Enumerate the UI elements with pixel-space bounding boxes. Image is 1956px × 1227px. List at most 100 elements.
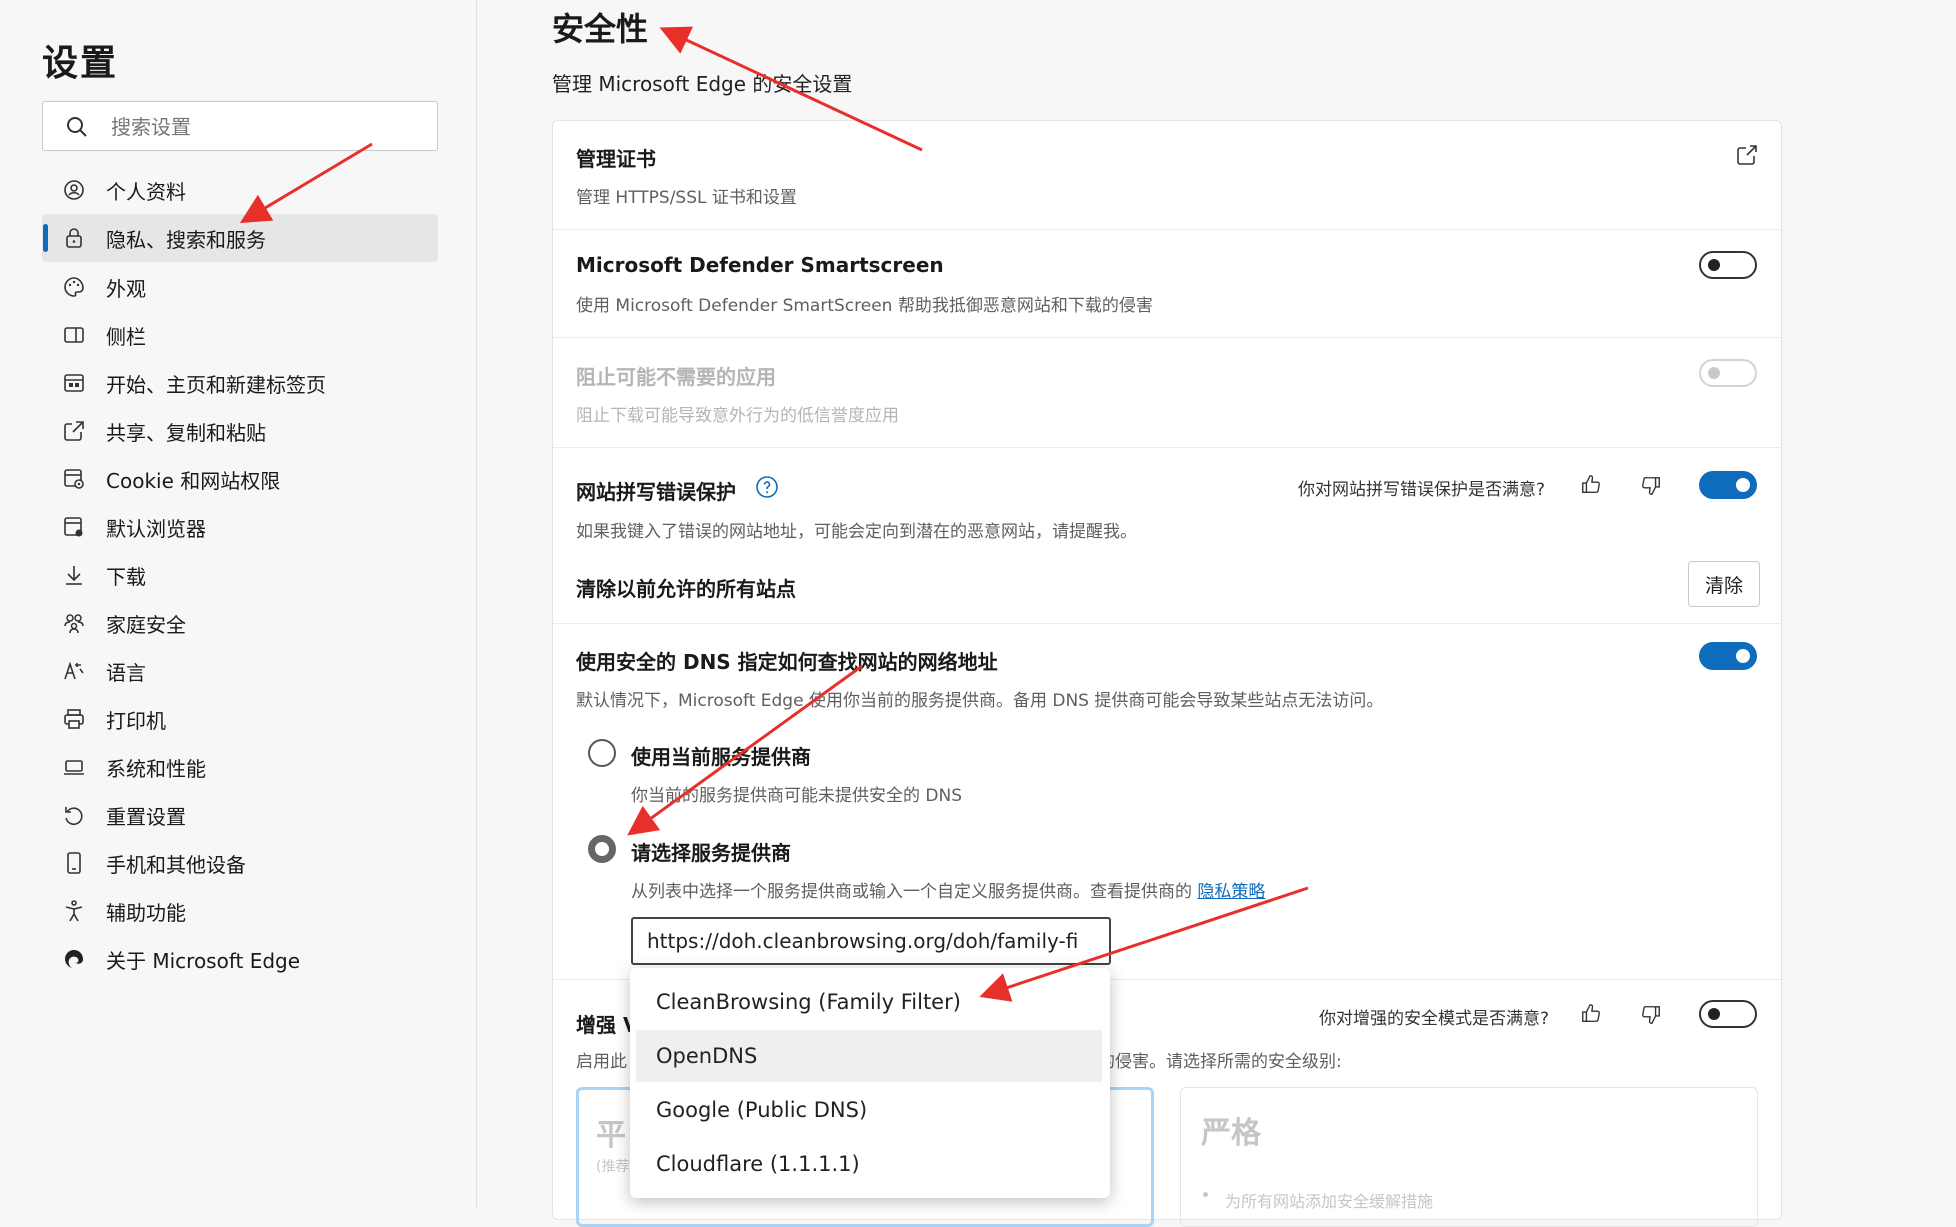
sidebar-item-label: 语言 [106, 660, 146, 685]
sidebar-item-share[interactable]: 共享、复制和粘贴 [42, 407, 438, 455]
radio-choose-provider[interactable] [588, 835, 616, 863]
sidebar-item-sidebar[interactable]: 侧栏 [42, 311, 438, 359]
page-subtitle: 管理 Microsoft Edge 的安全设置 [552, 72, 853, 96]
divider [553, 623, 1781, 624]
sidebar-item-system[interactable]: 系统和性能 [42, 743, 438, 791]
divider [553, 337, 1781, 338]
enhanced-security-toggle[interactable] [1699, 1000, 1757, 1028]
enhanced-security-desc-right: 的侵害。请选择所需的安全级别: [1098, 1052, 1342, 1072]
lock-icon [62, 226, 86, 250]
language-icon [62, 659, 86, 683]
sidebar-item-printer[interactable]: 打印机 [42, 695, 438, 743]
balanced-note: (推荐 [596, 1159, 630, 1175]
sidebar-item-label: 打印机 [106, 708, 166, 733]
search-icon [67, 117, 87, 137]
divider [553, 447, 1781, 448]
sidebar-item-appearance[interactable]: 外观 [42, 263, 438, 311]
thumbs-up-icon[interactable] [1580, 1002, 1602, 1024]
profile-icon [62, 178, 86, 202]
browser-icon [62, 515, 86, 539]
sidebar-item-label: 开始、主页和新建标签页 [106, 372, 326, 397]
sidebar-item-profile[interactable]: 个人资料 [42, 166, 438, 214]
sidebar-item-label: 共享、复制和粘贴 [106, 420, 266, 445]
accessibility-icon [62, 899, 86, 923]
edge-logo-icon [62, 947, 86, 971]
sidebar-item-language[interactable]: 语言 [42, 647, 438, 695]
divider [553, 229, 1781, 230]
smartscreen-title: Microsoft Defender Smartscreen [576, 253, 944, 277]
sidebar-item-label: 关于 Microsoft Edge [106, 948, 301, 973]
sidebar-item-devices[interactable]: 手机和其他设备 [42, 839, 438, 887]
radio-current-provider[interactable] [588, 739, 616, 767]
sidebar-item-label: 默认浏览器 [106, 516, 206, 541]
dropdown-option[interactable]: Google (Public DNS) [636, 1084, 1102, 1136]
dropdown-option[interactable]: Cloudflare (1.1.1.1) [636, 1138, 1102, 1190]
external-link-icon[interactable] [1735, 143, 1759, 167]
sidebar-item-reset[interactable]: 重置设置 [42, 791, 438, 839]
secure-dns-desc: 默认情况下，Microsoft Edge 使用你当前的服务提供商。备用 DNS … [576, 691, 1384, 711]
home-tab-icon [62, 371, 86, 395]
sidebar-item-downloads[interactable]: 下载 [42, 551, 438, 599]
share-icon [62, 419, 86, 443]
secure-dns-toggle[interactable] [1699, 642, 1757, 670]
sidebar-item-label: 下载 [106, 564, 146, 589]
enhanced-feedback-question: 你对增强的安全模式是否满意? [1319, 1009, 1550, 1029]
help-icon[interactable] [755, 475, 779, 499]
sidebar-item-label: 系统和性能 [106, 756, 206, 781]
mode-card-strict[interactable]: 严格 为所有网站添加安全缓解措施 [1180, 1087, 1758, 1227]
current-provider-label: 使用当前服务提供商 [631, 745, 811, 769]
strict-desc: 为所有网站添加安全缓解措施 [1225, 1192, 1434, 1211]
privacy-policy-link[interactable]: 隐私策略 [1197, 882, 1265, 902]
thumbs-down-icon[interactable] [1640, 1004, 1662, 1026]
smartscreen-desc: 使用 Microsoft Defender SmartScreen 帮助我抵御恶… [576, 296, 1153, 316]
pua-toggle [1699, 359, 1757, 387]
certs-desc: 管理 HTTPS/SSL 证书和设置 [576, 188, 797, 208]
reset-icon [62, 803, 86, 827]
search-box[interactable] [42, 101, 438, 151]
typo-title: 网站拼写错误保护 [576, 480, 736, 504]
cookie-permissions-icon [62, 467, 86, 491]
current-provider-desc: 你当前的服务提供商可能未提供安全的 DNS [631, 786, 963, 806]
printer-icon [62, 707, 86, 731]
thumbs-down-icon[interactable] [1640, 475, 1662, 497]
sidebar-item-label: 辅助功能 [106, 900, 186, 925]
sidebar-item-start-home[interactable]: 开始、主页和新建标签页 [42, 359, 438, 407]
sidebar-item-label: 外观 [106, 276, 146, 301]
sidebar-item-label: 隐私、搜索和服务 [106, 227, 266, 252]
phone-icon [62, 851, 86, 875]
balanced-title: 平 [596, 1118, 626, 1153]
sidebar-item-family[interactable]: 家庭安全 [42, 599, 438, 647]
settings-sidebar: 设置 个人资料 隐私、搜索和服务 外观 侧栏 开始、主页和新建标签页 共享、复制… [0, 0, 477, 1209]
pua-title: 阻止可能不需要的应用 [576, 365, 776, 389]
family-icon [62, 611, 86, 635]
page-title: 安全性 [552, 10, 649, 48]
sidebar-item-label: 个人资料 [106, 179, 186, 204]
sidebar-item-privacy[interactable]: 隐私、搜索和服务 [42, 214, 438, 262]
smartscreen-toggle[interactable] [1699, 251, 1757, 279]
dropdown-option[interactable]: OpenDNS [636, 1030, 1102, 1082]
bullet [1203, 1192, 1208, 1197]
dns-provider-dropdown: CleanBrowsing (Family Filter) OpenDNS Go… [630, 968, 1110, 1198]
search-input[interactable] [109, 110, 423, 144]
secure-dns-title: 使用安全的 DNS 指定如何查找网站的网络地址 [576, 650, 998, 674]
sidebar-item-label: 重置设置 [106, 804, 186, 829]
palette-icon [62, 275, 86, 299]
typo-toggle[interactable] [1699, 471, 1757, 499]
pua-desc: 阻止下载可能导致意外行为的低信誉度应用 [576, 406, 899, 426]
sidebar-title: 设置 [42, 43, 119, 84]
dropdown-option[interactable]: CleanBrowsing (Family Filter) [636, 976, 1102, 1028]
typo-desc: 如果我键入了错误的网站地址，可能会定向到潜在的恶意网站，请提醒我。 [576, 522, 1137, 542]
download-icon [62, 563, 86, 587]
sidebar-item-accessibility[interactable]: 辅助功能 [42, 887, 438, 935]
clear-sites-button[interactable]: 清除 [1688, 561, 1760, 607]
sidebar-item-about[interactable]: 关于 Microsoft Edge [42, 935, 438, 983]
enhanced-security-desc-left: 启用此 [576, 1052, 627, 1072]
strict-title: 严格 [1201, 1116, 1261, 1151]
sidebar-item-default-browser[interactable]: 默认浏览器 [42, 503, 438, 551]
sidebar-item-label: Cookie 和网站权限 [106, 468, 281, 493]
sidebar-icon [62, 323, 86, 347]
sidebar-item-cookies[interactable]: Cookie 和网站权限 [42, 455, 438, 503]
laptop-icon [62, 755, 86, 779]
thumbs-up-icon[interactable] [1580, 473, 1602, 495]
dns-provider-input[interactable] [631, 917, 1111, 965]
